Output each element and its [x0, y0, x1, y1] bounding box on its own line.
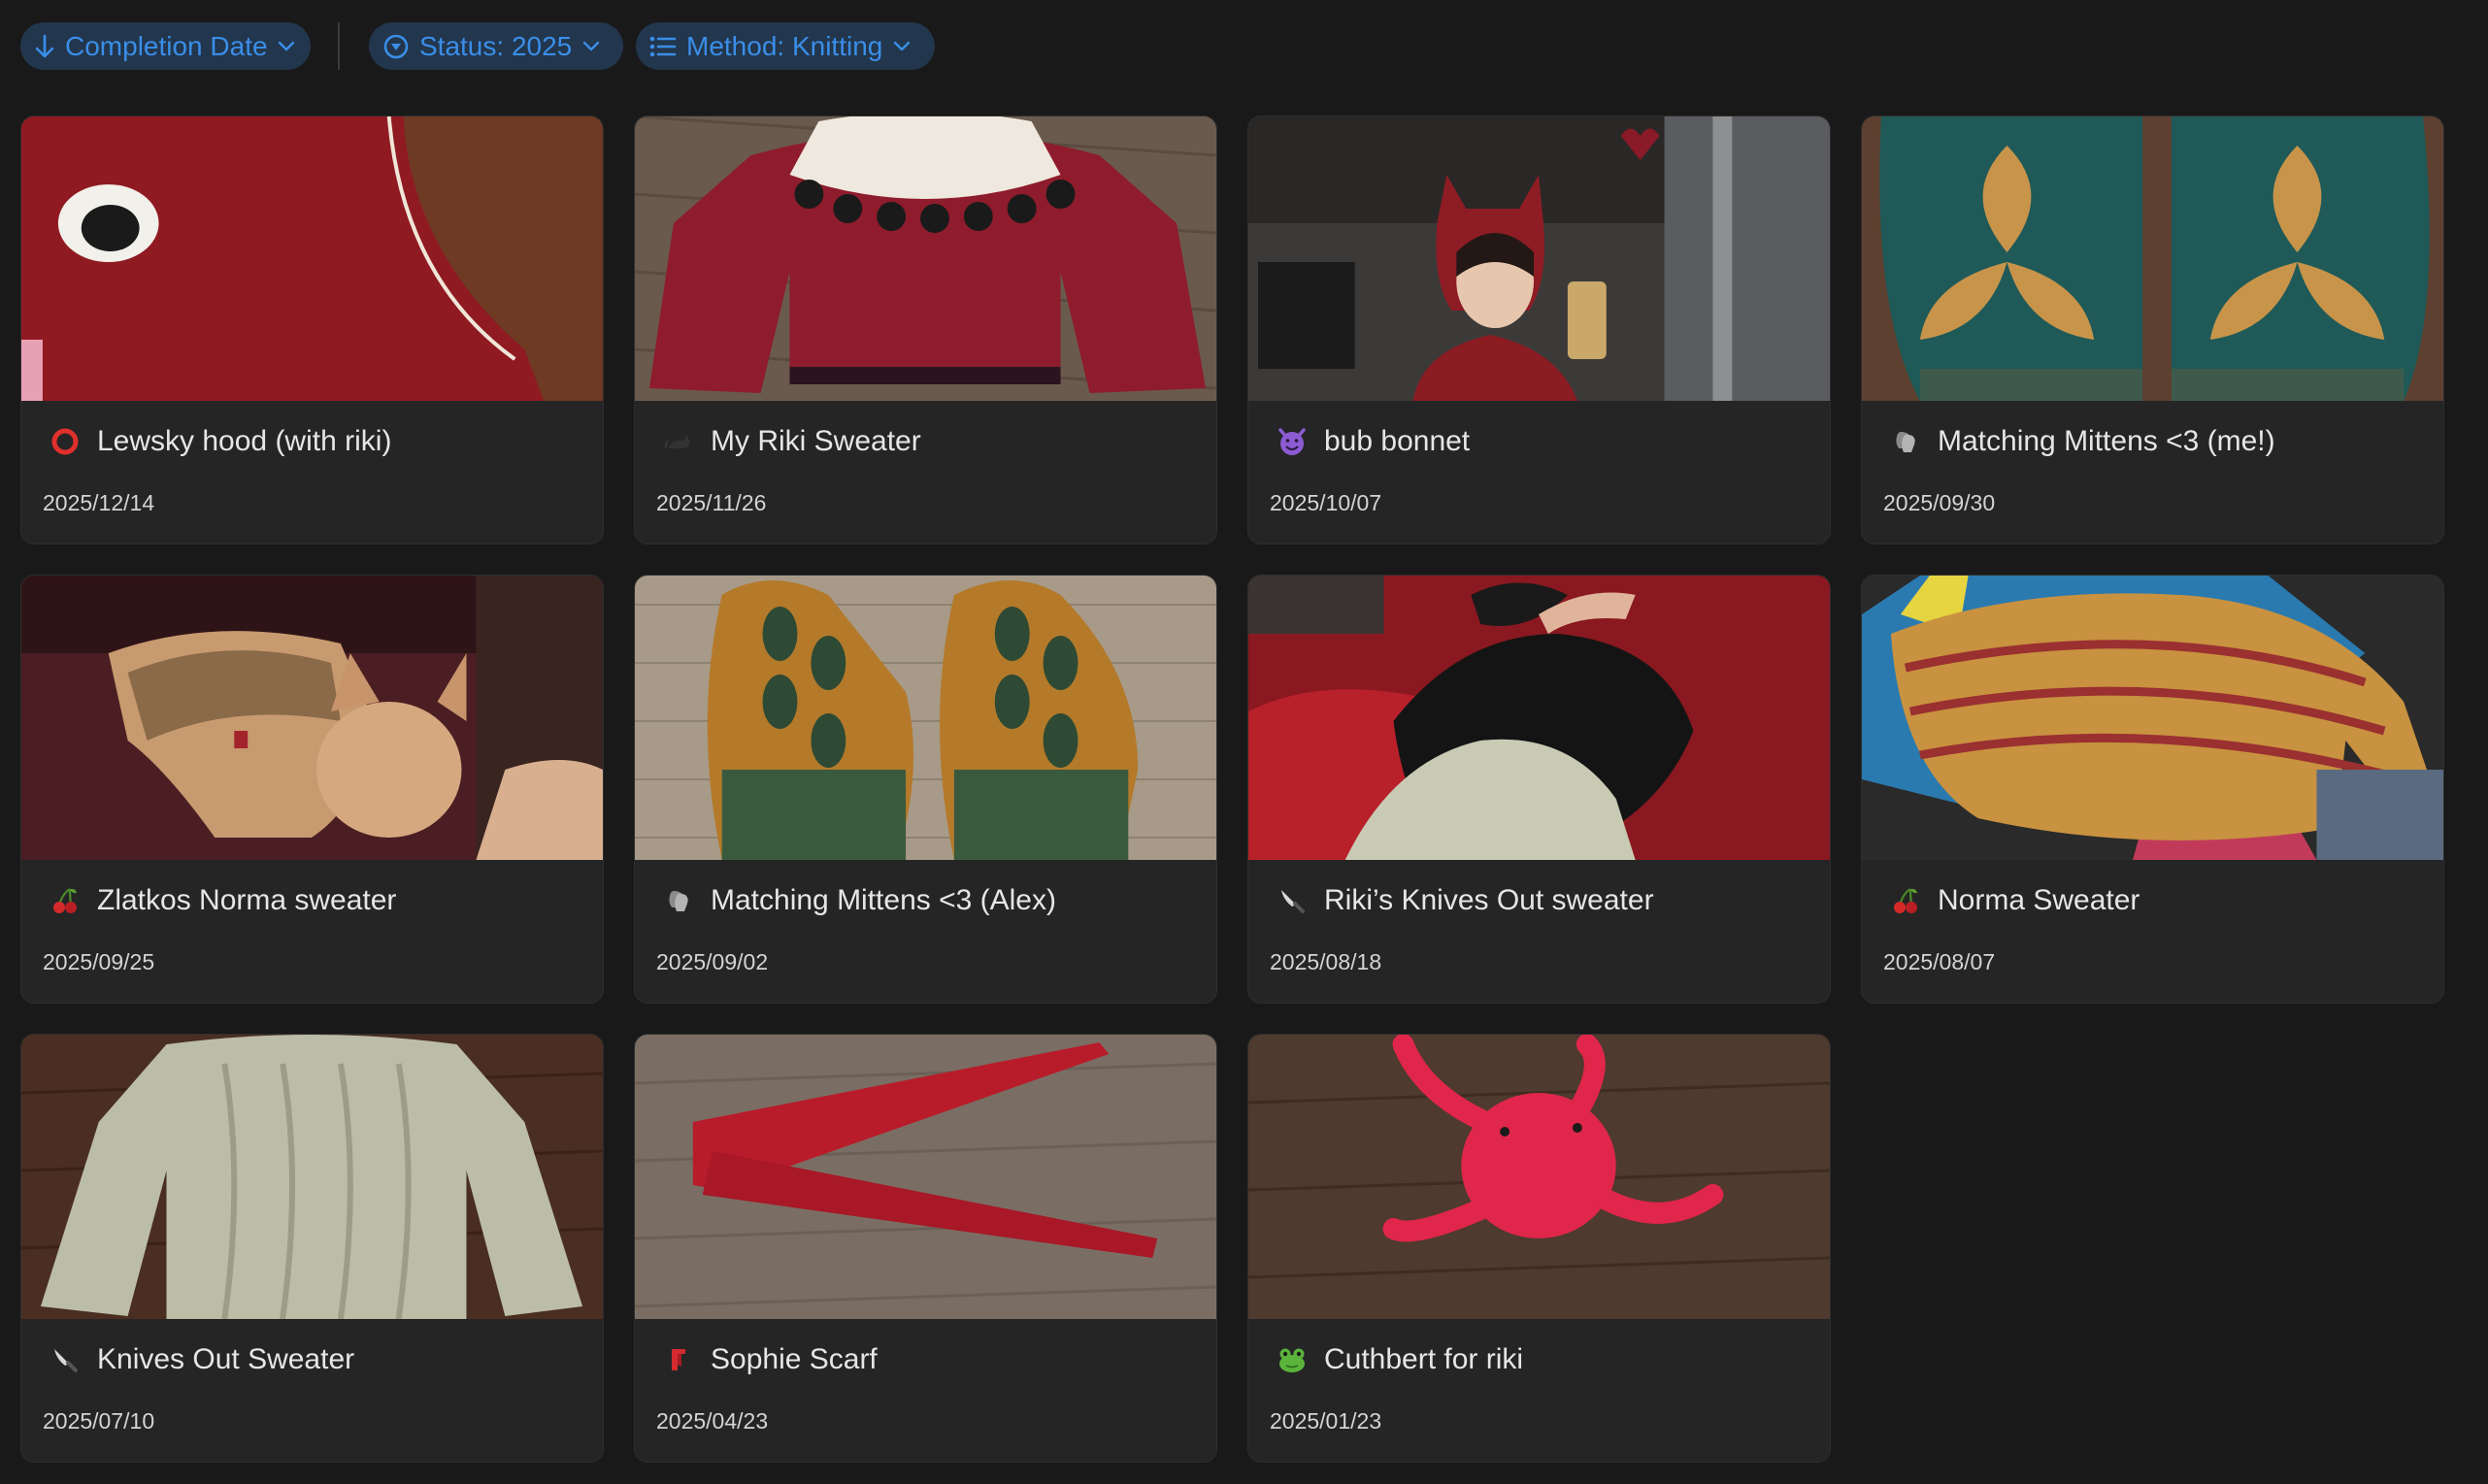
card-title: Cuthbert for riki: [1276, 1343, 1523, 1376]
card-cover-image: [635, 1035, 1216, 1319]
card-title: Matching Mittens <3 (me!): [1889, 425, 2275, 458]
card-cover-image: [1862, 116, 2443, 401]
card-cover-image: [21, 1035, 603, 1319]
card-title-text: Matching Mittens <3 (Alex): [711, 884, 1056, 916]
gallery-card[interactable]: Cuthbert for riki 2025/01/23: [1247, 1034, 1831, 1463]
red-circle-icon: [49, 425, 82, 458]
sort-chip[interactable]: Completion Date: [20, 22, 311, 70]
gloves-icon: [662, 884, 695, 917]
gallery-card[interactable]: Lewsky hood (with riki) 2025/12/14: [20, 115, 604, 544]
knife-icon: [49, 1343, 82, 1376]
list-icon: [649, 33, 677, 60]
card-title: Zlatkos Norma sweater: [49, 884, 396, 917]
card-title-text: Norma Sweater: [1938, 884, 2140, 916]
black-cat-icon: [662, 425, 695, 458]
cherries-icon: [49, 884, 82, 917]
gallery-card[interactable]: bub bonnet 2025/10/07: [1247, 115, 1831, 544]
card-title-text: Knives Out Sweater: [97, 1343, 355, 1375]
card-date: 2025/09/25: [43, 949, 155, 974]
card-title: Knives Out Sweater: [49, 1343, 354, 1376]
card-title: Norma Sweater: [1889, 884, 2140, 917]
scarf-icon: [662, 1343, 695, 1376]
gallery-card[interactable]: Matching Mittens <3 (me!) 2025/09/30: [1861, 115, 2444, 544]
chevron-down-icon: [278, 37, 295, 56]
gallery-card[interactable]: Sophie Scarf 2025/04/23: [634, 1034, 1217, 1463]
card-title: Matching Mittens <3 (Alex): [662, 884, 1056, 917]
card-title: Riki’s Knives Out sweater: [1276, 884, 1654, 917]
gloves-icon: [1889, 425, 1922, 458]
gallery-card[interactable]: Knives Out Sweater 2025/07/10: [20, 1034, 604, 1463]
card-title: Sophie Scarf: [662, 1343, 878, 1376]
card-cover-image: [1862, 576, 2443, 860]
chevron-down-icon: [581, 37, 601, 56]
card-title-text: Zlatkos Norma sweater: [97, 884, 397, 916]
cherries-icon: [1889, 884, 1922, 917]
card-cover-image: [1248, 1035, 1830, 1319]
card-date: 2025/07/10: [43, 1408, 155, 1434]
status-filter-chip[interactable]: Status: 2025: [369, 22, 623, 70]
status-filter-label: Status: 2025: [419, 30, 573, 61]
gallery-grid: Lewsky hood (with riki) 2025/12/14 My Ri…: [20, 115, 2444, 1463]
gallery-card[interactable]: My Riki Sweater 2025/11/26: [634, 115, 1217, 544]
gallery-card[interactable]: Riki’s Knives Out sweater 2025/08/18: [1247, 575, 1831, 1004]
card-cover-image: [635, 116, 1216, 401]
card-title-text: Lewsky hood (with riki): [97, 425, 392, 457]
status-circle-icon: [382, 33, 410, 60]
card-title-text: Sophie Scarf: [711, 1343, 878, 1375]
card-cover-image: [635, 576, 1216, 860]
card-cover-image: [1248, 576, 1830, 860]
card-title-text: Matching Mittens <3 (me!): [1938, 425, 2275, 457]
card-date: 2025/12/14: [43, 490, 155, 515]
card-date: 2025/09/02: [656, 949, 769, 974]
card-cover-image: [21, 116, 603, 401]
card-cover-image: [21, 576, 603, 860]
smiling-devil-icon: [1276, 425, 1309, 458]
card-date: 2025/09/30: [1883, 490, 1996, 515]
card-title-text: My Riki Sweater: [711, 425, 921, 457]
card-title-text: Riki’s Knives Out sweater: [1324, 884, 1654, 916]
card-title: bub bonnet: [1276, 425, 1470, 458]
method-filter-label: Method: Knitting: [686, 30, 883, 61]
card-title-text: Cuthbert for riki: [1324, 1343, 1524, 1375]
card-date: 2025/04/23: [656, 1408, 769, 1434]
filter-toolbar: Completion Date Status: 2025 Method: Kni…: [20, 22, 935, 70]
card-date: 2025/01/23: [1270, 1408, 1382, 1434]
frog-icon: [1276, 1343, 1309, 1376]
card-cover-image: [1248, 116, 1830, 401]
knife-icon: [1276, 884, 1309, 917]
card-title-text: bub bonnet: [1324, 425, 1471, 457]
card-date: 2025/10/07: [1270, 490, 1382, 515]
card-title: Lewsky hood (with riki): [49, 425, 391, 458]
chevron-down-icon: [892, 37, 912, 56]
arrow-down-icon: [34, 33, 55, 60]
sort-label: Completion Date: [65, 30, 268, 61]
card-title: My Riki Sweater: [662, 425, 921, 458]
gallery-card[interactable]: Matching Mittens <3 (Alex) 2025/09/02: [634, 575, 1217, 1004]
toolbar-divider: [338, 22, 340, 70]
card-date: 2025/11/26: [656, 490, 767, 515]
gallery-card[interactable]: Norma Sweater 2025/08/07: [1861, 575, 2444, 1004]
gallery-card[interactable]: Zlatkos Norma sweater 2025/09/25: [20, 575, 604, 1004]
method-filter-chip[interactable]: Method: Knitting: [636, 22, 935, 70]
card-date: 2025/08/07: [1883, 949, 1996, 974]
card-date: 2025/08/18: [1270, 949, 1382, 974]
